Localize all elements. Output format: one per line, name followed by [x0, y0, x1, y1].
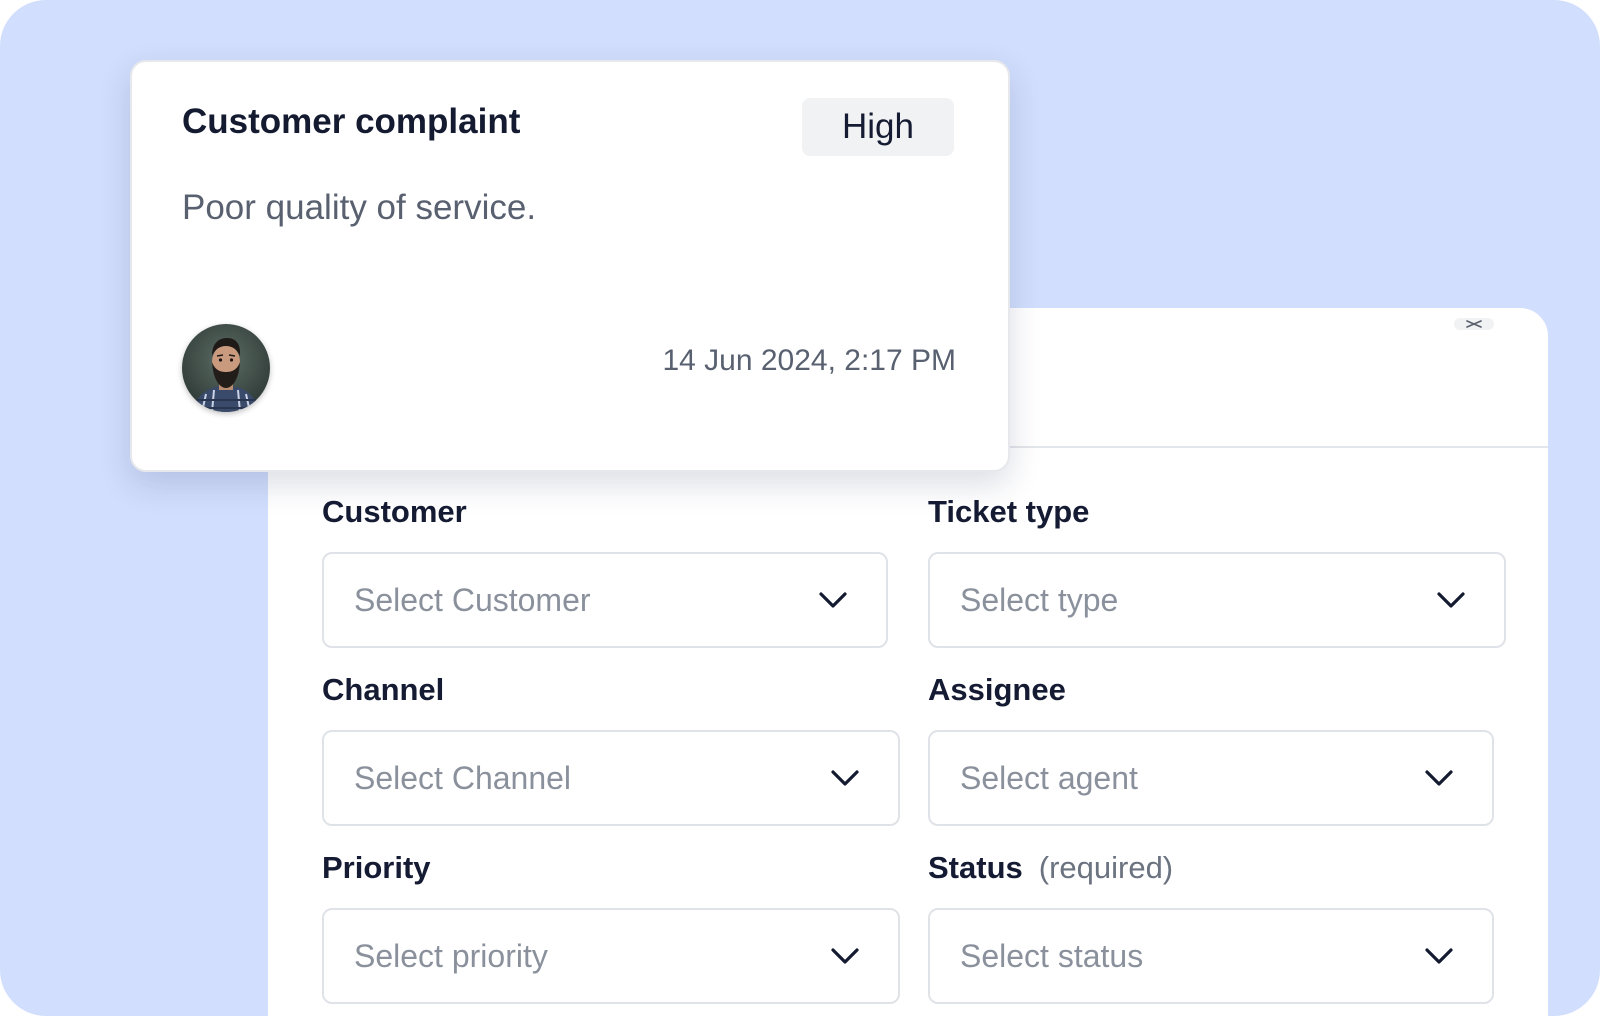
- ticket-type-label: Ticket type: [928, 494, 1090, 529]
- channel-select[interactable]: Select Channel: [322, 730, 900, 826]
- ticket-description: Poor quality of service.: [182, 188, 537, 227]
- ticket-type-select[interactable]: Select type: [928, 552, 1506, 648]
- avatar[interactable]: [182, 324, 270, 412]
- chevron-down-icon: [831, 770, 859, 786]
- priority-select-placeholder: Select priority: [354, 938, 548, 974]
- priority-label: Priority: [322, 850, 431, 885]
- ticket-timestamp: 14 Jun 2024, 2:17 PM: [662, 344, 956, 377]
- priority-select[interactable]: Select priority: [322, 908, 900, 1004]
- user-avatar-photo: [182, 324, 270, 412]
- status-label: Status (required): [928, 850, 1173, 886]
- channel-select-placeholder: Select Channel: [354, 760, 572, 796]
- ticket-type-select-placeholder: Select type: [960, 582, 1119, 618]
- close-icon: [1466, 320, 1482, 328]
- status-label-text: Status: [928, 850, 1023, 885]
- channel-label: Channel: [322, 672, 445, 707]
- ticket-title: Customer complaint: [182, 102, 521, 141]
- chevron-down-icon: [1425, 948, 1453, 964]
- chevron-down-icon: [1425, 770, 1453, 786]
- ticket-card[interactable]: Customer complaint High Poor quality of …: [130, 60, 1010, 472]
- close-button[interactable]: [1454, 318, 1494, 330]
- customer-label: Customer: [322, 494, 467, 529]
- chevron-down-icon: [1437, 592, 1465, 608]
- customer-select[interactable]: Select Customer: [322, 552, 888, 648]
- status-required-hint: (required): [1038, 850, 1174, 885]
- customer-select-placeholder: Select Customer: [354, 582, 591, 618]
- status-select-placeholder: Select status: [960, 938, 1144, 974]
- chevron-down-icon: [831, 948, 859, 964]
- assignee-select-placeholder: Select agent: [960, 760, 1138, 796]
- assignee-label: Assignee: [928, 672, 1066, 707]
- status-select[interactable]: Select status: [928, 908, 1494, 1004]
- chevron-down-icon: [819, 592, 847, 608]
- priority-badge: High: [802, 98, 954, 156]
- assignee-select[interactable]: Select agent: [928, 730, 1494, 826]
- canvas-background: Customer Select Customer Ticket type Sel…: [0, 0, 1600, 1016]
